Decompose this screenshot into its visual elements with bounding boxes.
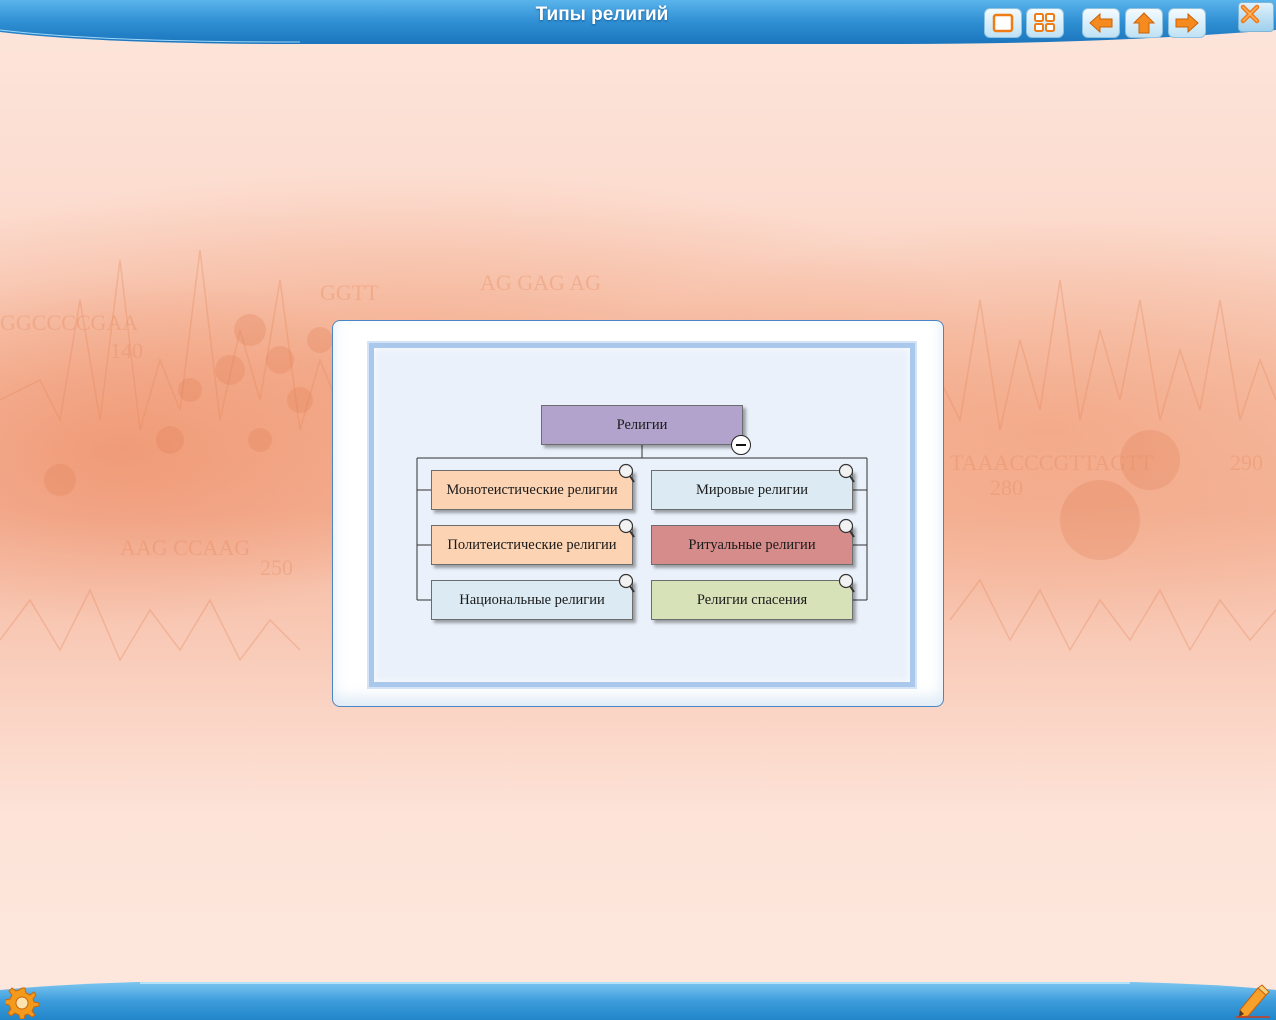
home-button[interactable] [1125,8,1163,38]
bottom-toolbar [0,980,1276,1020]
root-node-religions[interactable]: Религии [541,405,743,445]
religion-types-diagram: Религии Монотеистические религии Политеи… [333,321,945,708]
minus-circle-icon[interactable] [731,435,751,455]
magnifier-icon[interactable] [618,573,636,593]
node-world[interactable]: Мировые религии [651,470,853,510]
settings-button[interactable] [2,984,42,1020]
content-card: Религии Монотеистические религии Политеи… [332,320,944,707]
pencil-icon [1236,984,1270,1018]
svg-text:AG GAG AG: AG GAG AG [480,270,601,295]
grid-icon [1034,13,1055,32]
window-icon [992,13,1014,33]
magnifier-icon[interactable] [618,463,636,483]
svg-text:AAG CCAAG: AAG CCAAG [120,535,250,560]
gear-icon [5,987,39,1019]
magnifier-icon[interactable] [838,463,856,483]
magnifier-icon[interactable] [838,573,856,593]
magnifier-icon[interactable] [838,518,856,538]
arrow-up-icon [1132,12,1156,34]
node-monotheistic[interactable]: Монотеистические религии [431,470,633,510]
svg-text:250: 250 [260,555,293,580]
arrow-left-icon [1089,12,1113,34]
node-salvation[interactable]: Религии спасения [651,580,853,620]
node-national[interactable]: Национальные религии [431,580,633,620]
grid-button[interactable] [1026,8,1064,38]
svg-text:290: 290 [1230,450,1263,475]
page-title: Типы религий [535,4,669,25]
notes-button[interactable] [1232,982,1274,1020]
forward-button[interactable] [1168,8,1206,38]
back-button[interactable] [1082,8,1120,38]
node-polytheistic[interactable]: Политеистические религии [431,525,633,565]
diagram-connectors [416,445,868,601]
svg-text:140: 140 [110,338,143,363]
svg-text:GGTT: GGTT [320,280,379,305]
node-ritual[interactable]: Ритуальные религии [651,525,853,565]
close-icon [1240,4,1260,24]
arrow-right-icon [1175,12,1199,34]
close-button[interactable] [1238,2,1274,32]
svg-text:280: 280 [990,475,1023,500]
svg-text:GGCCCCGAA: GGCCCCGAA [0,310,138,335]
svg-text:TAAACCCGTTAGTT: TAAACCCGTTAGTT [950,450,1154,475]
window-button[interactable] [984,8,1022,38]
magnifier-icon[interactable] [618,518,636,538]
